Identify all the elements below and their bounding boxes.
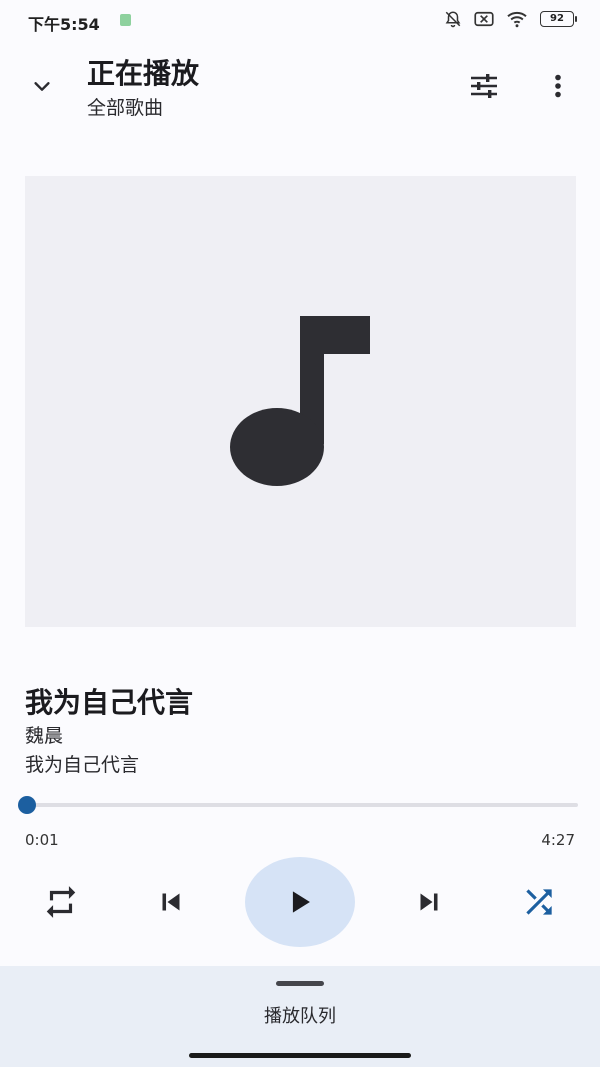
- seek-slider[interactable]: [18, 795, 578, 815]
- seek-thumb[interactable]: [18, 796, 37, 814]
- bell-muted-icon: [445, 11, 461, 28]
- collapse-button[interactable]: [22, 66, 62, 106]
- status-bar: 下午5:54 92: [0, 0, 600, 42]
- equalizer-button[interactable]: [462, 66, 506, 106]
- playback-controls: [0, 857, 600, 947]
- page-title: 正在播放: [87, 57, 200, 90]
- next-button[interactable]: [406, 879, 452, 925]
- more-vert-icon: [555, 74, 561, 98]
- album-art: [25, 176, 576, 627]
- gesture-navigation-bar[interactable]: [189, 1053, 411, 1058]
- drag-handle[interactable]: [276, 981, 324, 986]
- seek-track: [25, 803, 578, 807]
- status-time: 下午5:54: [28, 15, 100, 34]
- skip-previous-icon: [162, 893, 180, 911]
- status-icons: 92: [444, 10, 577, 28]
- app-notification-icon: [120, 14, 131, 26]
- song-title: 我为自己代言: [25, 686, 194, 719]
- shuffle-button[interactable]: [516, 879, 562, 925]
- music-note-icon: [229, 315, 370, 486]
- now-playing-screen: 下午5:54 92 正在播放 全部歌曲 我为自己代言 魏晨 我为自己代言 0:0…: [0, 0, 600, 1067]
- play-button[interactable]: [245, 857, 355, 947]
- repeat-button[interactable]: [38, 879, 84, 925]
- queue-label: 播放队列: [264, 1006, 336, 1027]
- queue-sheet[interactable]: 播放队列: [0, 966, 600, 1067]
- shuffle-icon: [526, 889, 552, 915]
- battery-icon: 92: [540, 11, 577, 27]
- total-time: 4:27: [541, 831, 575, 849]
- battery-level: 92: [550, 13, 564, 24]
- sim-disabled-icon: [474, 11, 494, 27]
- song-album: 我为自己代言: [25, 754, 140, 776]
- more-options-button[interactable]: [538, 66, 578, 106]
- chevron-down-icon: [34, 82, 50, 91]
- current-time: 0:01: [25, 831, 59, 849]
- skip-next-icon: [420, 893, 438, 911]
- play-icon: [292, 891, 310, 913]
- page-subtitle: 全部歌曲: [87, 97, 164, 119]
- repeat-icon: [46, 886, 76, 918]
- previous-button[interactable]: [148, 879, 194, 925]
- equalizer-icon: [471, 74, 497, 98]
- wifi-icon: [507, 11, 527, 28]
- song-artist: 魏晨: [25, 725, 64, 747]
- top-app-bar: 正在播放 全部歌曲: [0, 50, 600, 122]
